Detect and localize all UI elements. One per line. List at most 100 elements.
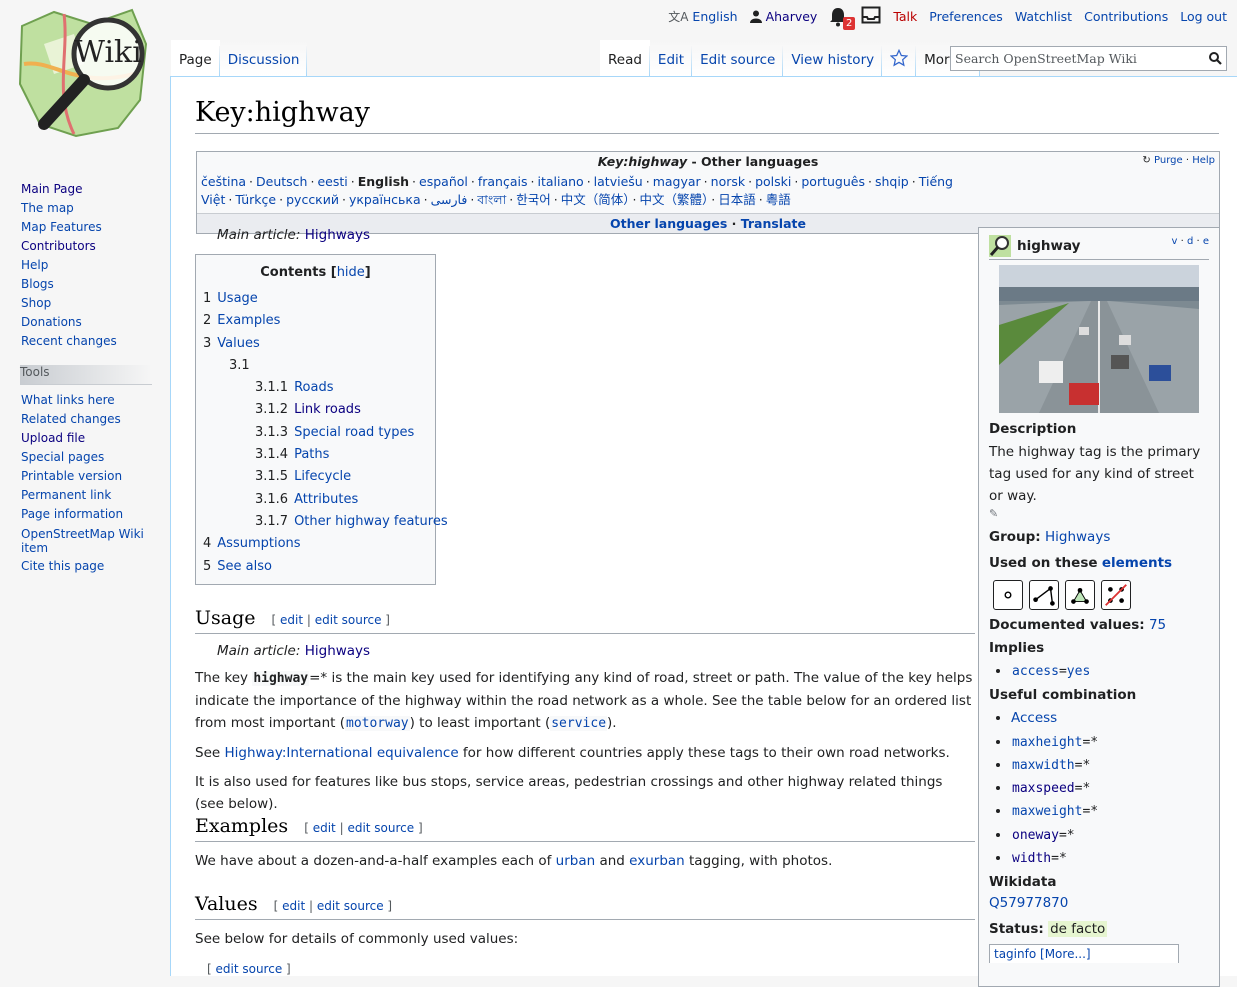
implies-key-link[interactable]: access xyxy=(1012,664,1059,679)
toc-link[interactable]: Examples xyxy=(217,313,280,328)
language-link[interactable]: বাংলা xyxy=(477,192,506,207)
urban-link[interactable]: urban xyxy=(556,853,596,869)
purge-link[interactable]: Purge xyxy=(1154,155,1183,166)
language-link[interactable]: 粵語 xyxy=(766,192,791,207)
edit-description-pencil-icon[interactable]: ✎ xyxy=(989,507,1209,520)
contributions-link[interactable]: Contributions xyxy=(1084,9,1168,24)
highway-photo[interactable] xyxy=(999,265,1199,413)
toc-link[interactable]: Usage xyxy=(217,291,258,306)
language-link[interactable]: русский xyxy=(286,192,339,207)
sidebar-item-page-information[interactable]: Page information xyxy=(21,507,123,521)
toc-item[interactable]: 4 Assumptions xyxy=(203,533,428,555)
translate-link[interactable]: Translate xyxy=(741,216,806,231)
taginfo-link[interactable]: taginfo xyxy=(994,947,1036,961)
logout-link[interactable]: Log out xyxy=(1180,9,1227,24)
toc-link[interactable]: Special road types xyxy=(294,425,414,440)
user-link[interactable]: Aharvey xyxy=(766,9,818,24)
tab-edit-source[interactable]: Edit source xyxy=(692,40,784,76)
exurban-link[interactable]: exurban xyxy=(629,853,685,869)
toc-link[interactable]: Paths xyxy=(294,447,329,462)
tab-page[interactable]: Page xyxy=(171,40,220,76)
relation-icon[interactable] xyxy=(1101,580,1131,610)
values-sub-edit-source-link[interactable]: edit source xyxy=(216,962,283,976)
help-link[interactable]: Help xyxy=(1192,155,1215,166)
toc-link[interactable]: Assumptions xyxy=(217,536,300,551)
vde-discuss-link[interactable]: d xyxy=(1187,236,1193,247)
toc-item[interactable]: 3 Values xyxy=(203,333,428,355)
sidebar-item-wiki-item[interactable]: OpenStreetMap Wiki item xyxy=(21,527,144,555)
sidebar-item-help[interactable]: Help xyxy=(21,258,48,272)
implies-value-link[interactable]: yes xyxy=(1067,664,1090,679)
documented-values-link[interactable]: 75 xyxy=(1149,617,1166,633)
examples-edit-source-link[interactable]: edit source xyxy=(347,821,414,835)
toc-item[interactable]: 3.1 xyxy=(203,355,428,377)
sidebar-item-what-links-here[interactable]: What links here xyxy=(21,393,115,407)
toc-link[interactable]: Link roads xyxy=(294,402,361,417)
usage-hatnote-link[interactable]: Highways xyxy=(305,643,370,659)
sidebar-item-blogs[interactable]: Blogs xyxy=(21,277,54,291)
group-link[interactable]: Highways xyxy=(1045,529,1110,545)
sidebar-item-special-pages[interactable]: Special pages xyxy=(21,450,104,464)
tab-view-history[interactable]: View history xyxy=(783,40,883,76)
usage-edit-source-link[interactable]: edit source xyxy=(315,613,382,627)
useful-key-link[interactable]: maxweight xyxy=(1012,804,1082,819)
sidebar-item-map-features[interactable]: Map Features xyxy=(21,220,102,234)
language-link[interactable]: 中文（简体） xyxy=(561,192,630,207)
language-selector[interactable]: 文A English xyxy=(668,8,737,25)
useful-key-link[interactable]: maxheight xyxy=(1012,735,1082,750)
vde-view-link[interactable]: v xyxy=(1171,236,1177,247)
user-menu[interactable]: Aharvey xyxy=(749,9,818,24)
language-link[interactable]: 한국어 xyxy=(516,192,551,207)
other-languages-link[interactable]: Other languages xyxy=(610,216,727,231)
language-link[interactable]: English xyxy=(358,174,409,189)
search-input[interactable]: Search OpenStreetMap Wiki xyxy=(950,46,1227,71)
toc-item[interactable]: 3.1.3 Special road types xyxy=(203,422,428,444)
sidebar-item-main-page[interactable]: Main Page xyxy=(21,182,83,196)
language-link[interactable]: português xyxy=(801,174,865,189)
language-link[interactable]: norsk xyxy=(711,174,745,189)
language-link[interactable]: français xyxy=(478,174,528,189)
toc-item[interactable]: 2 Examples xyxy=(203,310,428,332)
area-icon[interactable] xyxy=(1065,580,1095,610)
toc-item[interactable]: 1 Usage xyxy=(203,288,428,310)
vde-edit-link[interactable]: e xyxy=(1203,236,1209,247)
sidebar-item-permanent-link[interactable]: Permanent link xyxy=(21,488,111,502)
examples-edit-link[interactable]: edit xyxy=(313,821,336,835)
language-link[interactable]: 日本語 xyxy=(718,192,756,207)
useful-key-link[interactable]: maxwidth xyxy=(1012,758,1075,773)
hatnote-link[interactable]: Highways xyxy=(305,227,370,243)
useful-key-link[interactable]: oneway xyxy=(1012,828,1059,843)
useful-key-link[interactable]: maxspeed xyxy=(1012,781,1075,796)
wiki-logo[interactable]: Wiki xyxy=(14,4,154,144)
sidebar-item-recent-changes[interactable]: Recent changes xyxy=(21,334,117,348)
node-icon[interactable] xyxy=(993,580,1023,610)
language-link[interactable]: українська xyxy=(349,192,421,207)
toc-link[interactable]: Values xyxy=(217,336,259,351)
toc-item[interactable]: 3.1.4 Paths xyxy=(203,444,428,466)
language-link[interactable]: eesti xyxy=(317,174,347,189)
language-link[interactable]: English xyxy=(692,9,737,24)
toc-link[interactable]: Attributes xyxy=(294,492,358,507)
sidebar-item-the-map[interactable]: The map xyxy=(21,201,74,215)
watch-star-button[interactable] xyxy=(882,40,917,76)
sidebar-item-upload-file[interactable]: Upload file xyxy=(21,431,85,445)
sidebar-item-shop[interactable]: Shop xyxy=(21,296,51,310)
language-link[interactable]: polski xyxy=(755,174,791,189)
tab-edit[interactable]: Edit xyxy=(649,40,693,76)
preferences-link[interactable]: Preferences xyxy=(929,9,1003,24)
search-button[interactable] xyxy=(1204,47,1226,70)
useful-key-link[interactable]: width xyxy=(1012,851,1051,866)
toc-link[interactable]: Lifecycle xyxy=(294,469,351,484)
language-link[interactable]: čeština xyxy=(201,174,246,189)
elements-link[interactable]: elements xyxy=(1102,555,1172,571)
tab-discussion[interactable]: Discussion xyxy=(219,40,308,76)
notices-button[interactable] xyxy=(861,6,881,27)
language-link[interactable]: latviešu xyxy=(594,174,643,189)
toc-link[interactable]: See also xyxy=(217,559,272,574)
toc-link[interactable]: Roads xyxy=(294,380,333,395)
taginfo-more-link[interactable]: [More...] xyxy=(1040,947,1091,961)
toc-link[interactable]: Other highway features xyxy=(294,514,448,529)
way-icon[interactable] xyxy=(1029,580,1059,610)
wikidata-link[interactable]: Q57977870 xyxy=(989,895,1068,911)
international-equivalence-link[interactable]: Highway:International equivalence xyxy=(224,745,458,761)
